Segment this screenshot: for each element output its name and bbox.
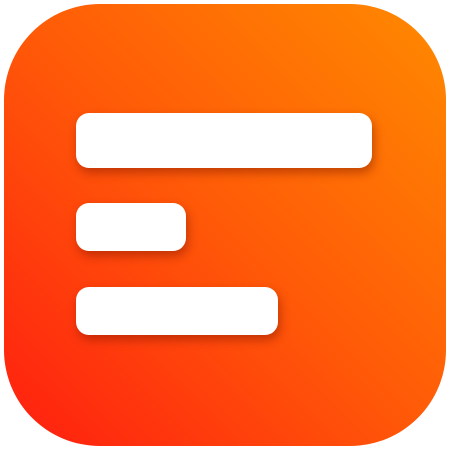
short-bar (76, 203, 186, 251)
app-icon-tile[interactable] (4, 4, 446, 446)
medium-bar (76, 287, 278, 335)
long-bar (76, 113, 372, 168)
